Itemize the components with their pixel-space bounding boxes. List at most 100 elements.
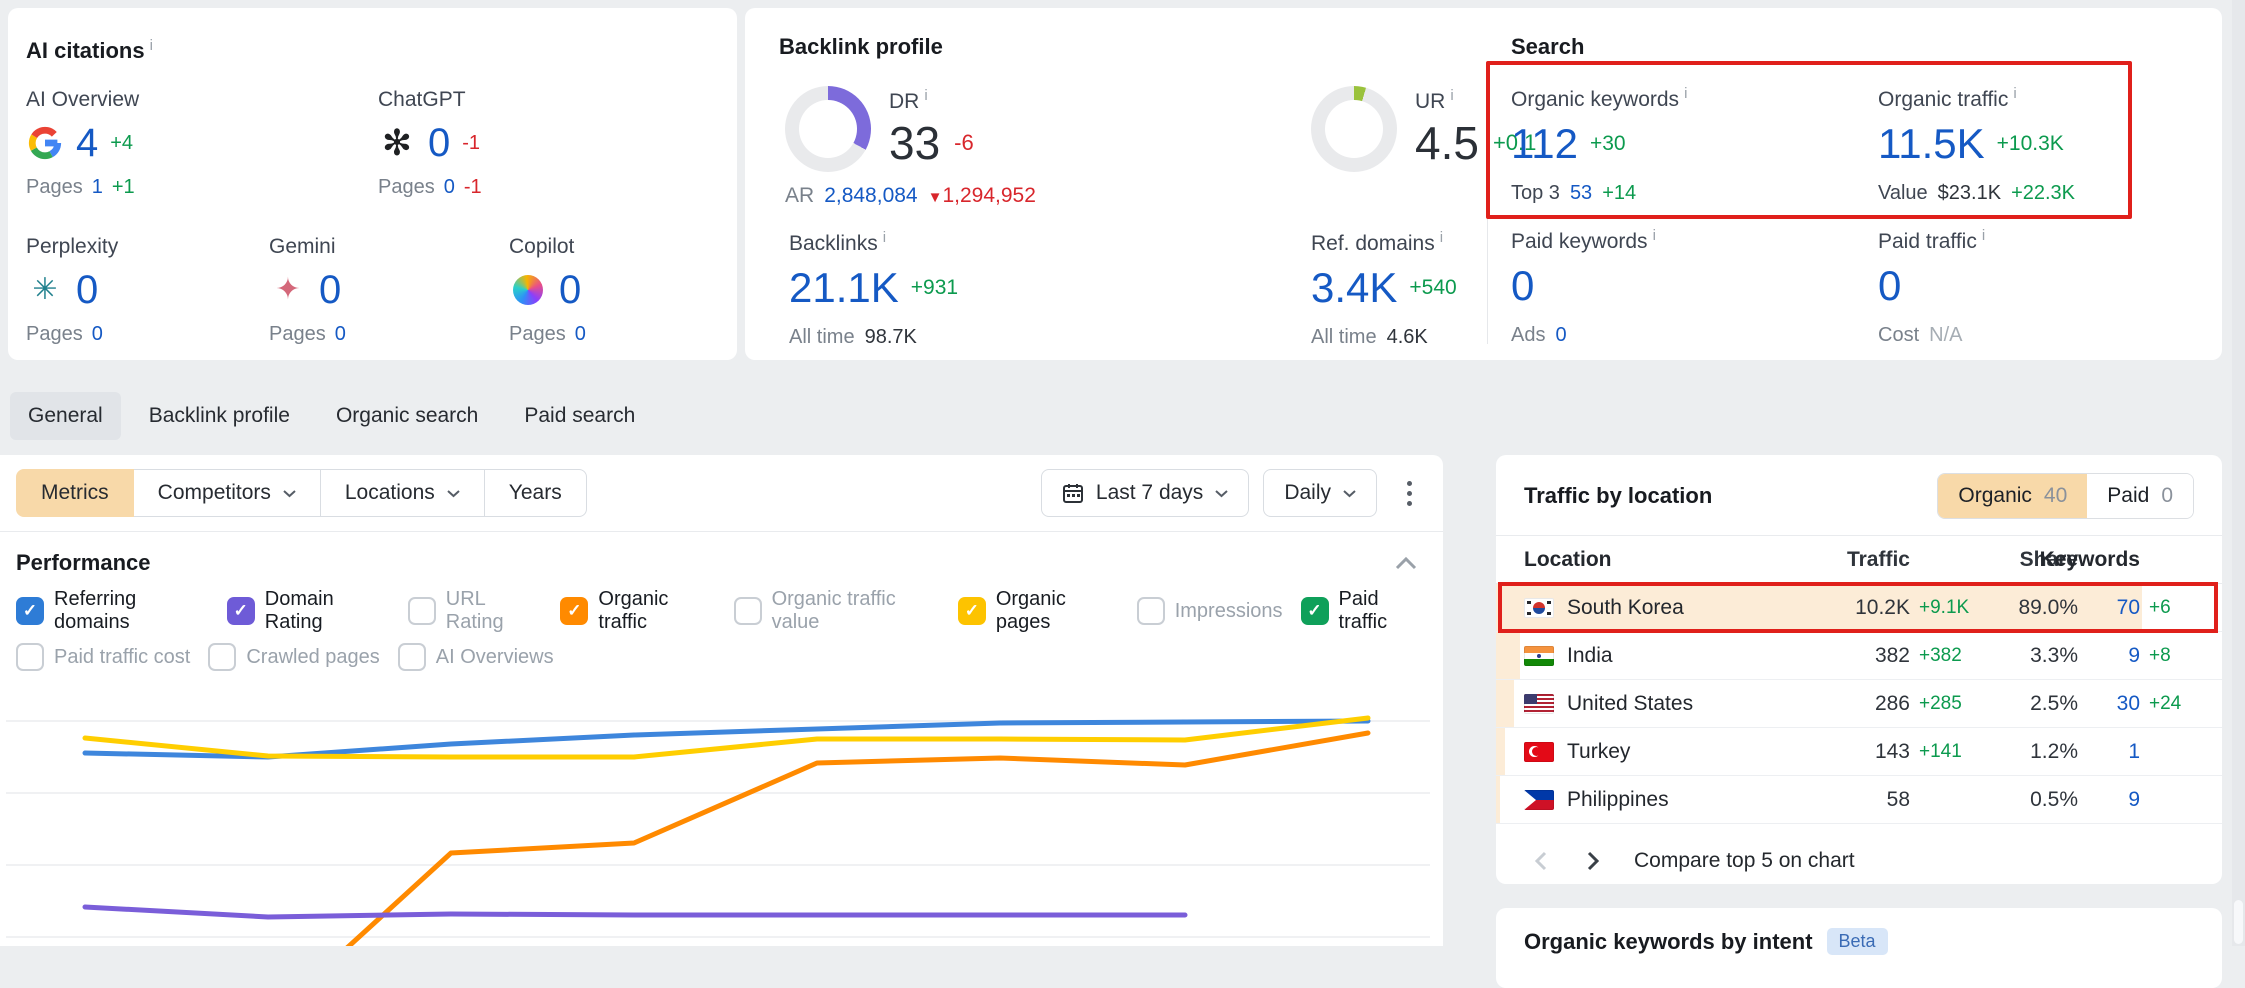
location-row-ph[interactable]: Philippines580.5%9	[1496, 776, 2222, 824]
location-name: Philippines	[1567, 788, 1669, 812]
info-icon[interactable]: i	[2013, 85, 2016, 102]
next-page-chevron-right-icon[interactable]	[1576, 844, 1610, 878]
page-scrollbar-thumb[interactable]	[2234, 900, 2243, 944]
toggle-organic[interactable]: Organic 40	[1938, 474, 2087, 518]
metric-checkbox-paid-traffic-cost[interactable]: Paid traffic cost	[16, 643, 190, 671]
toggle-count: 40	[2044, 484, 2067, 508]
location-name-cell[interactable]: Turkey	[1524, 740, 1814, 764]
keywords-value[interactable]: 9	[2078, 644, 2140, 668]
chevron-down-icon	[1343, 489, 1356, 498]
keywords-value[interactable]: 70	[2078, 596, 2140, 620]
toggle-paid[interactable]: Paid0	[2087, 474, 2193, 518]
column-header-traffic[interactable]: Traffic	[1814, 548, 1910, 572]
dr-delta: -6	[954, 130, 974, 156]
ai-pages-row: Pages1+1	[26, 176, 378, 199]
location-row-tr[interactable]: Turkey143+1411.2%1	[1496, 728, 2222, 776]
metric-checkbox-organic-pages[interactable]: ✓Organic pages	[958, 588, 1119, 634]
metric-checkbox-crawled-pages[interactable]: Crawled pages	[208, 643, 379, 671]
granularity-button[interactable]: Daily	[1263, 469, 1377, 517]
info-icon[interactable]: i	[1653, 227, 1656, 244]
info-icon[interactable]: i	[924, 87, 927, 104]
organic-keywords-block: Organic keywordsi 112+30 Top 353+14	[1511, 86, 1687, 205]
keywords-value[interactable]: 1	[2078, 740, 2140, 764]
top3-value[interactable]: 53	[1570, 182, 1592, 205]
compare-top5-link[interactable]: Compare top 5 on chart	[1634, 849, 1855, 873]
share-value: 2.5%	[1982, 692, 2078, 716]
info-icon[interactable]: i	[1982, 227, 1985, 244]
pages-value[interactable]: 0	[444, 176, 455, 199]
ai-citation-value[interactable]: 0	[559, 268, 581, 313]
filter-segment-years[interactable]: Years	[484, 469, 587, 517]
tab-backlink-profile[interactable]: Backlink profile	[131, 392, 308, 440]
ar-value[interactable]: 2,848,084	[824, 184, 917, 208]
ads-value[interactable]: 0	[1555, 324, 1566, 347]
metric-checkbox-referring-domains[interactable]: ✓Referring domains	[16, 588, 209, 634]
pages-value[interactable]: 0	[575, 323, 586, 346]
metric-checkbox-ai-overviews[interactable]: AI Overviews	[398, 643, 554, 671]
metric-checkbox-organic-traffic-value[interactable]: Organic traffic value	[734, 588, 940, 634]
ref-domains-block: Ref. domainsi 3.4K+540 All time4.6K	[1311, 230, 1457, 349]
pages-value[interactable]: 0	[335, 323, 346, 346]
cost-value: N/A	[1929, 324, 1962, 347]
organic-traffic-label: Organic traffic	[1878, 88, 2008, 111]
pages-value[interactable]: 0	[92, 323, 103, 346]
column-header-keywords[interactable]: Keywords	[2078, 548, 2140, 572]
tab-organic-search[interactable]: Organic search	[318, 392, 496, 440]
info-icon[interactable]: i	[150, 37, 153, 54]
paid-keywords-value[interactable]: 0	[1511, 262, 1534, 310]
column-header-location[interactable]: Location	[1524, 548, 1814, 572]
ai-citation-value[interactable]: 0	[76, 268, 98, 313]
filter-segment-competitors[interactable]: Competitors	[133, 469, 321, 517]
paid-traffic-value[interactable]: 0	[1878, 262, 1901, 310]
collapse-chevron-up-icon[interactable]	[1395, 556, 1417, 570]
location-name-cell[interactable]: India	[1524, 644, 1814, 668]
location-name-cell[interactable]: South Korea	[1524, 596, 1814, 620]
filter-segment-metrics[interactable]: Metrics	[16, 469, 134, 517]
tr-flag-icon	[1524, 742, 1554, 762]
performance-chart-canvas[interactable]	[0, 676, 1443, 946]
location-row-us[interactable]: United States286+2852.5%30+24	[1496, 680, 2222, 728]
backlinks-value[interactable]: 21.1K	[789, 264, 899, 312]
info-icon[interactable]: i	[1450, 87, 1453, 104]
keywords-value[interactable]: 30	[2078, 692, 2140, 716]
share-bar	[1496, 728, 1505, 775]
filter-segment-locations[interactable]: Locations	[320, 469, 485, 517]
kr-flag-icon	[1524, 598, 1554, 618]
location-table-header: LocationTrafficShareKeywords	[1496, 536, 2222, 584]
keywords-value[interactable]: 9	[2078, 788, 2140, 812]
more-options-kebab-icon[interactable]	[1391, 469, 1427, 517]
metric-checkbox-impressions[interactable]: Impressions	[1137, 597, 1283, 625]
paid-traffic-label: Paid traffic	[1878, 230, 1977, 253]
location-name-cell[interactable]: United States	[1524, 692, 1814, 716]
top3-delta: +14	[1602, 182, 1636, 205]
metric-checkbox-paid-traffic[interactable]: ✓Paid traffic	[1301, 588, 1427, 634]
ai-citation-value[interactable]: 4	[76, 121, 98, 166]
organic-traffic-value[interactable]: 11.5K	[1878, 120, 1985, 168]
pages-value[interactable]: 1	[92, 176, 103, 199]
organic-traffic-block: Organic traffici 11.5K+10.3K Value$23.1K…	[1878, 86, 2075, 205]
location-row-kr[interactable]: South Korea10.2K+9.1K89.0%70+6	[1496, 584, 2222, 632]
date-range-button[interactable]: Last 7 days	[1041, 469, 1249, 517]
ai-pages-row: Pages0	[26, 323, 269, 346]
location-row-in[interactable]: India382+3823.3%9+8	[1496, 632, 2222, 680]
ai-citation-value[interactable]: 0	[428, 121, 450, 166]
backlinks-alltime-value: 98.7K	[865, 326, 917, 349]
prev-page-chevron-left-icon[interactable]	[1524, 844, 1558, 878]
backlinks-label: Backlinks	[789, 232, 878, 255]
metric-checkbox-organic-traffic[interactable]: ✓Organic traffic	[560, 588, 715, 634]
tab-paid-search[interactable]: Paid search	[506, 392, 653, 440]
info-icon[interactable]: i	[1440, 229, 1443, 246]
info-icon[interactable]: i	[1684, 85, 1687, 102]
info-icon[interactable]: i	[883, 229, 886, 246]
metric-checkbox-domain-rating[interactable]: ✓Domain Rating	[227, 588, 390, 634]
metric-checkbox-url-rating[interactable]: URL Rating	[408, 588, 543, 634]
ai-citation-value[interactable]: 0	[319, 268, 341, 313]
organic-keywords-value[interactable]: 112	[1511, 120, 1578, 168]
page-scrollbar-track[interactable]	[2232, 0, 2245, 946]
unchecked-checkbox-icon	[734, 597, 762, 625]
tab-general[interactable]: General	[10, 392, 121, 440]
location-name-cell[interactable]: Philippines	[1524, 788, 1814, 812]
unchecked-checkbox-icon	[408, 597, 436, 625]
toggle-label: Organic	[1958, 484, 2032, 508]
ref-domains-value[interactable]: 3.4K	[1311, 264, 1397, 312]
